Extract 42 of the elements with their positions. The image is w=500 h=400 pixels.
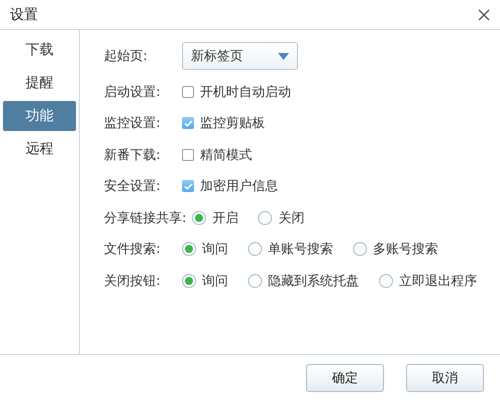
radio-button[interactable] — [258, 210, 272, 225]
radio-option[interactable]: 开启 — [192, 208, 238, 227]
radio-button[interactable] — [192, 210, 206, 225]
radio-button[interactable] — [182, 242, 196, 256]
setting-label: 文件搜索: — [104, 241, 162, 258]
close-icon[interactable] — [478, 8, 490, 20]
checkbox-option[interactable]: 监控剪贴板 — [182, 114, 265, 132]
setting-label: 分享链接共享: — [104, 210, 188, 227]
radio-option[interactable]: 多账号搜索 — [353, 240, 438, 258]
radio-option[interactable]: 单账号搜索 — [248, 240, 333, 258]
checkbox-option[interactable]: 精简模式 — [182, 146, 252, 164]
setting-label: 安全设置: — [104, 178, 162, 196]
checkbox[interactable] — [182, 148, 194, 161]
start-page-dropdown[interactable]: 新标签页 — [182, 42, 298, 70]
radio-option[interactable]: 立即退出程序 — [379, 272, 477, 290]
checkbox-option[interactable]: 加密用户信息 — [182, 177, 278, 196]
radio-option[interactable]: 询问 — [182, 272, 228, 290]
caret-icon — [278, 52, 289, 60]
radio-option[interactable]: 隐藏到系统托盘 — [248, 272, 359, 290]
setting-label: 新番下载: — [104, 146, 162, 164]
setting-label: 起始页: — [104, 48, 148, 65]
radio-option[interactable]: 询问 — [182, 240, 228, 258]
radio-button[interactable] — [379, 274, 393, 288]
radio-button[interactable] — [182, 274, 196, 288]
window-title: 设置 — [10, 6, 38, 24]
checkbox[interactable] — [182, 180, 194, 192]
cancel-button[interactable]: 取消 — [406, 364, 484, 392]
setting-label: 关闭按钮: — [104, 272, 162, 290]
sidebar-item[interactable]: 下载 — [3, 35, 76, 65]
radio-button[interactable] — [248, 242, 262, 256]
radio-button[interactable] — [248, 274, 262, 288]
ok-button[interactable]: 确定 — [306, 364, 384, 392]
setting-label: 启动设置: — [104, 84, 162, 101]
checkbox[interactable] — [182, 86, 194, 98]
sidebar-item[interactable]: 功能 — [3, 101, 76, 131]
checkbox[interactable] — [182, 117, 194, 130]
checkbox-option[interactable]: 开机时自动启动 — [182, 82, 291, 101]
setting-label: 监控设置: — [104, 115, 162, 132]
radio-option[interactable]: 关闭 — [258, 208, 304, 227]
sidebar-item[interactable]: 提醒 — [3, 68, 76, 98]
sidebar-item[interactable]: 远程 — [3, 134, 76, 164]
radio-button[interactable] — [353, 242, 367, 256]
